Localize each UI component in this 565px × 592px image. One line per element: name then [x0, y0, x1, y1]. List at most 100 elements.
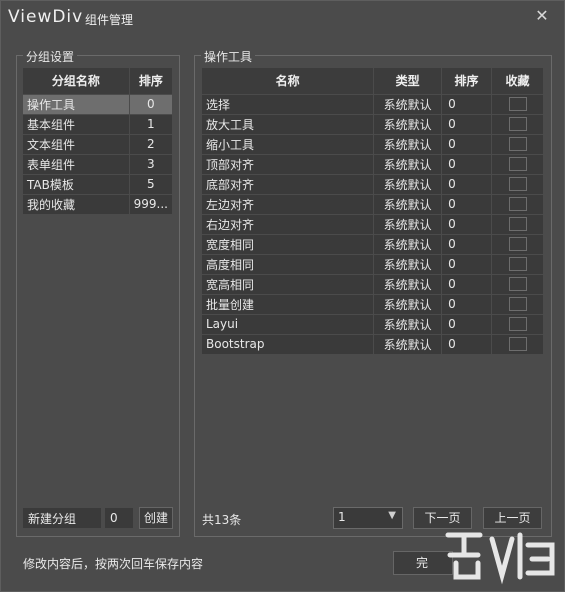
component-name-cell[interactable]: 宽度相同: [202, 234, 375, 255]
component-name-cell[interactable]: 顶部对齐: [202, 154, 375, 175]
group-name-cell[interactable]: 基本组件: [23, 114, 130, 135]
group-table: 分组名称 排序 操作工具 0 基本组件 1 文本组件 2 表单组件 3 TAB模板 5 我的收藏 99…: [23, 68, 174, 215]
component-order-cell[interactable]: 0: [441, 214, 493, 235]
component-type-cell: 系统默认: [373, 274, 443, 295]
favorite-cell: [491, 194, 544, 215]
component-order-cell[interactable]: 0: [441, 134, 493, 155]
favorite-cell: [491, 274, 544, 295]
group-row[interactable]: 表单组件 3: [23, 154, 174, 175]
favorite-checkbox[interactable]: [508, 157, 527, 172]
component-name-cell[interactable]: Layui: [202, 314, 375, 335]
component-row[interactable]: 宽度相同 系统默认 0: [202, 234, 544, 255]
favorite-checkbox[interactable]: [508, 177, 527, 192]
group-name-cell[interactable]: 文本组件: [23, 134, 130, 155]
column-header-group-name[interactable]: 分组名称: [23, 68, 130, 95]
group-order-cell[interactable]: 1: [129, 114, 174, 135]
group-name-cell[interactable]: 操作工具: [23, 94, 130, 115]
watermark-logo: [445, 532, 555, 585]
component-row[interactable]: Layui 系统默认 0: [202, 314, 544, 335]
component-order-cell[interactable]: 0: [441, 234, 493, 255]
group-order-cell[interactable]: 0: [129, 94, 174, 115]
group-row[interactable]: TAB模板 5: [23, 174, 174, 195]
component-type-cell: 系统默认: [373, 94, 443, 115]
component-order-cell[interactable]: 0: [441, 114, 493, 135]
component-row[interactable]: 顶部对齐 系统默认 0: [202, 154, 544, 175]
component-order-cell[interactable]: 0: [441, 334, 493, 355]
column-header-favorite[interactable]: 收藏: [491, 68, 544, 95]
group-order-cell[interactable]: 2: [129, 134, 174, 155]
component-manager-window: ViewDiv 组件管理 ✕ 分组设置 分组名称 排序 操作工具 0 基本组件 1 文本…: [0, 0, 565, 592]
group-order-cell[interactable]: 3: [129, 154, 174, 175]
component-name-cell[interactable]: 选择: [202, 94, 375, 115]
component-row[interactable]: Bootstrap 系统默认 0: [202, 334, 544, 355]
favorite-cell: [491, 114, 544, 135]
group-order-cell[interactable]: 999...: [129, 194, 174, 215]
create-group-button[interactable]: 创建: [139, 507, 173, 529]
component-type-cell: 系统默认: [373, 174, 443, 195]
component-type-cell: 系统默认: [373, 254, 443, 275]
component-name-cell[interactable]: 底部对齐: [202, 174, 375, 195]
component-row[interactable]: 宽高相同 系统默认 0: [202, 274, 544, 295]
component-row[interactable]: 底部对齐 系统默认 0: [202, 174, 544, 195]
column-header-order[interactable]: 排序: [129, 68, 174, 95]
component-name-cell[interactable]: 宽高相同: [202, 274, 375, 295]
close-icon[interactable]: ✕: [534, 8, 550, 24]
favorite-checkbox[interactable]: [508, 217, 527, 232]
component-order-cell[interactable]: 0: [441, 274, 493, 295]
favorite-checkbox[interactable]: [508, 257, 527, 272]
component-row[interactable]: 缩小工具 系统默认 0: [202, 134, 544, 155]
favorite-checkbox[interactable]: [508, 97, 527, 112]
component-name-cell[interactable]: Bootstrap: [202, 334, 375, 355]
group-name-cell[interactable]: 我的收藏: [23, 194, 130, 215]
component-order-cell[interactable]: 0: [441, 154, 493, 175]
component-row[interactable]: 左边对齐 系统默认 0: [202, 194, 544, 215]
group-row[interactable]: 基本组件 1: [23, 114, 174, 135]
group-name-cell[interactable]: TAB模板: [23, 174, 130, 195]
component-name-cell[interactable]: 左边对齐: [202, 194, 375, 215]
favorite-checkbox[interactable]: [508, 297, 527, 312]
favorite-checkbox[interactable]: [508, 277, 527, 292]
component-name-cell[interactable]: 批量创建: [202, 294, 375, 315]
favorite-cell: [491, 174, 544, 195]
component-order-cell[interactable]: 0: [441, 194, 493, 215]
app-name: ViewDiv: [8, 7, 84, 27]
page-select[interactable]: 1 ▼: [333, 507, 403, 529]
group-name-cell[interactable]: 表单组件: [23, 154, 130, 175]
favorite-checkbox[interactable]: [508, 117, 527, 132]
group-order-cell[interactable]: 5: [129, 174, 174, 195]
chevron-down-icon: ▼: [388, 510, 396, 521]
component-name-cell[interactable]: 高度相同: [202, 254, 375, 275]
component-type-cell: 系统默认: [373, 114, 443, 135]
component-order-cell[interactable]: 0: [441, 294, 493, 315]
column-header-type[interactable]: 类型: [373, 68, 443, 95]
total-count: 共13条: [202, 513, 242, 527]
component-order-cell[interactable]: 0: [441, 94, 493, 115]
component-order-cell[interactable]: 0: [441, 314, 493, 335]
component-row[interactable]: 高度相同 系统默认 0: [202, 254, 544, 275]
group-row[interactable]: 我的收藏 999...: [23, 194, 174, 215]
component-row[interactable]: 选择 系统默认 0: [202, 94, 544, 115]
favorite-cell: [491, 294, 544, 315]
group-settings-panel: 分组设置 分组名称 排序 操作工具 0 基本组件 1 文本组件 2 表单组件 3 TAB模板 5 我…: [16, 48, 180, 537]
group-row[interactable]: 文本组件 2: [23, 134, 174, 155]
component-order-cell[interactable]: 0: [441, 254, 493, 275]
component-name-cell[interactable]: 放大工具: [202, 114, 375, 135]
favorite-checkbox[interactable]: [508, 317, 527, 332]
new-group-order-input[interactable]: [105, 508, 133, 528]
new-group-name-input[interactable]: [23, 508, 101, 528]
column-header-order[interactable]: 排序: [441, 68, 493, 95]
component-name-cell[interactable]: 缩小工具: [202, 134, 375, 155]
column-header-name[interactable]: 名称: [202, 68, 375, 95]
component-row[interactable]: 放大工具 系统默认 0: [202, 114, 544, 135]
title-bar: ViewDiv 组件管理 ✕: [1, 1, 564, 35]
component-row[interactable]: 批量创建 系统默认 0: [202, 294, 544, 315]
favorite-checkbox[interactable]: [508, 337, 527, 352]
favorite-checkbox[interactable]: [508, 137, 527, 152]
favorite-checkbox[interactable]: [508, 197, 527, 212]
component-name-cell[interactable]: 右边对齐: [202, 214, 375, 235]
component-order-cell[interactable]: 0: [441, 174, 493, 195]
group-row[interactable]: 操作工具 0: [23, 94, 174, 115]
component-row[interactable]: 右边对齐 系统默认 0: [202, 214, 544, 235]
favorite-cell: [491, 214, 544, 235]
favorite-checkbox[interactable]: [508, 237, 527, 252]
